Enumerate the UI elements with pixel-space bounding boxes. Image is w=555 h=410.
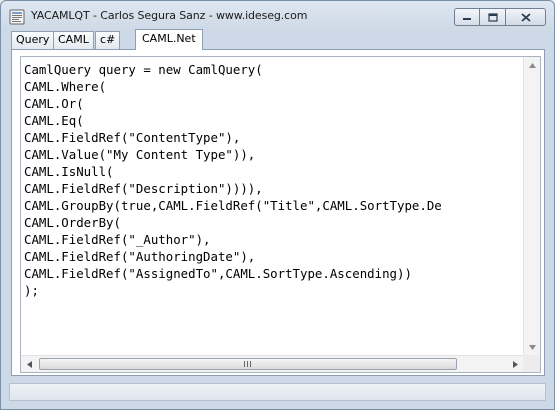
tab-page-caml-net: CamlQuery query = new CamlQuery( CAML.Whe…	[11, 49, 545, 376]
code-line: CAML.FieldRef("AuthoringDate"),	[24, 249, 256, 264]
maximize-button[interactable]	[480, 8, 506, 26]
code-line: CamlQuery query = new CamlQuery(	[24, 62, 263, 77]
scroll-down-button[interactable]	[524, 339, 540, 356]
code-line: CAML.OrderBy(	[24, 215, 121, 230]
code-line: CAML.FieldRef("_Author"),	[24, 232, 211, 247]
scroll-left-button[interactable]	[21, 356, 38, 372]
tab-caml-net[interactable]: CAML.Net	[135, 29, 203, 50]
vertical-scrollbar[interactable]	[523, 57, 540, 356]
code-text-area[interactable]: CamlQuery query = new CamlQuery( CAML.Whe…	[21, 57, 524, 356]
maximize-icon	[487, 12, 498, 22]
title-bar[interactable]: YACAMLQT - Carlos Segura Sanz - www.ides…	[1, 1, 554, 31]
chevron-down-icon	[529, 345, 536, 350]
app-icon	[9, 9, 25, 25]
window-title: YACAMLQT - Carlos Segura Sanz - www.ides…	[31, 9, 308, 22]
code-line: );	[24, 283, 39, 298]
code-line: CAML.FieldRef("ContentType"),	[24, 130, 241, 145]
code-line: CAML.Value("My Content Type")),	[24, 147, 256, 162]
code-line: CAML.FieldRef("AssignedTo",CAML.SortType…	[24, 266, 412, 281]
window-controls	[454, 8, 546, 26]
close-button[interactable]	[506, 8, 546, 26]
scroll-up-button[interactable]	[524, 57, 540, 74]
tab-query[interactable]: Query	[11, 31, 55, 49]
close-icon	[520, 12, 531, 22]
code-line: CAML.Or(	[24, 96, 84, 111]
code-line: CAML.IsNull(	[24, 164, 114, 179]
grip-icon	[244, 361, 251, 367]
scrollbar-corner	[523, 355, 540, 372]
scroll-right-button[interactable]	[507, 356, 524, 372]
horizontal-scroll-thumb[interactable]	[39, 358, 457, 370]
chevron-left-icon	[27, 361, 32, 368]
tab-caml[interactable]: CAML	[53, 31, 94, 49]
chevron-right-icon	[513, 361, 518, 368]
code-editor[interactable]: CamlQuery query = new CamlQuery( CAML.Whe…	[20, 56, 541, 373]
horizontal-scrollbar[interactable]	[21, 355, 524, 372]
status-bar	[9, 383, 546, 401]
minimize-button[interactable]	[454, 8, 480, 26]
app-window: YACAMLQT - Carlos Segura Sanz - www.ides…	[0, 0, 555, 410]
minimize-icon	[463, 18, 471, 20]
tab-csharp[interactable]: c#	[95, 31, 121, 49]
code-line: CAML.GroupBy(true,CAML.FieldRef("Title",…	[24, 198, 442, 213]
chevron-up-icon	[529, 63, 536, 68]
code-line: CAML.Eq(	[24, 113, 84, 128]
code-line: CAML.FieldRef("Description")))),	[24, 181, 263, 196]
code-line: CAML.Where(	[24, 79, 107, 94]
